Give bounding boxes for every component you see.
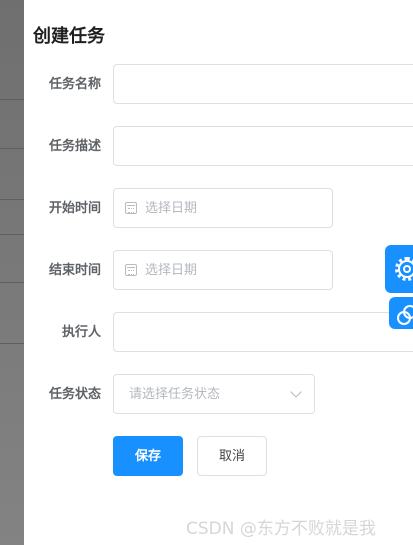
end-time-row: 结束时间 选择日期	[24, 250, 413, 290]
assignee-label: 执行人	[61, 324, 101, 339]
task-name-row: 任务名称	[24, 64, 413, 104]
task-name-input[interactable]	[113, 64, 413, 104]
settings-float-button[interactable]	[385, 245, 413, 293]
drawer-title: 创建任务	[33, 26, 105, 46]
task-desc-row: 任务描述	[24, 126, 413, 166]
chevron-down-icon	[290, 386, 302, 398]
save-button[interactable]: 保存	[113, 436, 183, 476]
calendar-icon	[125, 264, 137, 276]
calendar-icon	[125, 202, 137, 214]
assignee-input[interactable]	[113, 312, 413, 352]
start-time-row: 开始时间 选择日期	[24, 188, 413, 228]
watermark: CSDN @东方不败就是我	[186, 519, 376, 539]
end-date-picker[interactable]: 选择日期	[113, 250, 333, 290]
end-date-placeholder: 选择日期	[145, 262, 198, 277]
start-date-picker[interactable]: 选择日期	[113, 188, 333, 228]
cancel-button[interactable]: 取消	[197, 436, 267, 476]
task-name-label: 任务名称	[48, 76, 101, 91]
status-label: 任务状态	[48, 386, 101, 401]
link-float-button[interactable]	[389, 297, 413, 329]
create-task-drawer: 创建任务 任务名称 任务描述 开始时间 选择日期 结束时间 选择日期 执行人 任…	[24, 0, 413, 545]
gear-icon	[395, 257, 413, 281]
status-placeholder: 请选择任务状态	[129, 386, 221, 401]
assignee-row: 执行人	[24, 312, 413, 352]
modal-backdrop[interactable]	[0, 0, 24, 545]
task-desc-label: 任务描述	[48, 138, 101, 153]
start-date-placeholder: 选择日期	[145, 200, 198, 215]
status-select[interactable]: 请选择任务状态	[113, 374, 315, 414]
end-time-label: 结束时间	[48, 262, 101, 277]
link-icon	[397, 305, 413, 325]
start-time-label: 开始时间	[48, 200, 101, 215]
status-row: 任务状态 请选择任务状态	[24, 374, 413, 414]
task-desc-input[interactable]	[113, 126, 413, 166]
